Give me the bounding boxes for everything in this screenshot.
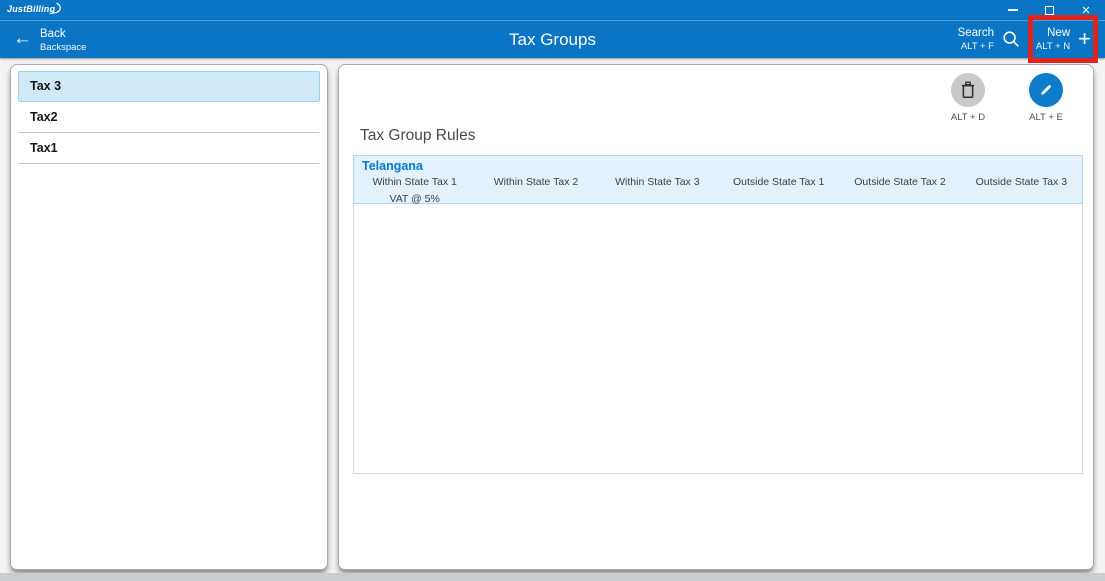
- tax-group-item-tax1[interactable]: Tax1: [18, 133, 320, 164]
- tax-group-list-panel: Tax 3 Tax2 Tax1: [10, 64, 328, 570]
- page-title: Tax Groups: [0, 21, 1105, 58]
- new-label: New: [1047, 26, 1070, 40]
- back-button[interactable]: ← Back Backspace: [13, 24, 86, 54]
- delete-shortcut-label: ALT + D: [943, 112, 993, 123]
- minimize-icon: [1008, 9, 1018, 11]
- trash-icon: [960, 81, 976, 99]
- edit-shortcut-label: ALT + E: [1021, 112, 1071, 123]
- state-group-header: Telangana: [354, 156, 1082, 173]
- maximize-icon: [1045, 6, 1054, 15]
- rule-value: [597, 193, 718, 205]
- column-header: Outside State Tax 2: [839, 176, 960, 188]
- app-logo-text: JustBilling: [7, 4, 55, 14]
- column-header: Within State Tax 3: [597, 176, 718, 188]
- tax-group-item-tax3[interactable]: Tax 3: [18, 71, 320, 102]
- column-header: Within State Tax 2: [475, 176, 596, 188]
- close-icon: ✕: [1081, 4, 1090, 17]
- back-label: Back: [40, 27, 86, 41]
- tax-group-detail-panel: ALT + D ALT + E Tax Group Rules Telangan…: [338, 64, 1094, 570]
- back-shortcut: Backspace: [40, 42, 86, 54]
- plus-icon: +: [1078, 25, 1091, 53]
- tax-group-rules-table: Telangana Within State Tax 1 Within Stat…: [353, 155, 1083, 474]
- rules-value-row: VAT @ 5%: [354, 193, 1082, 205]
- search-icon: [1002, 30, 1020, 48]
- close-button[interactable]: ✕: [1069, 0, 1103, 20]
- rule-value: [475, 193, 596, 205]
- new-shortcut: ALT + N: [1036, 41, 1070, 53]
- column-header: Within State Tax 1: [354, 176, 475, 188]
- tax-group-item-label: Tax 3: [30, 79, 61, 93]
- column-header: Outside State Tax 1: [718, 176, 839, 188]
- rule-value: [718, 193, 839, 205]
- window-bottom-edge: [0, 573, 1105, 581]
- maximize-button[interactable]: [1032, 0, 1066, 20]
- rules-table-header: Telangana Within State Tax 1 Within Stat…: [353, 155, 1083, 204]
- edit-button[interactable]: [1029, 73, 1063, 107]
- minimize-button[interactable]: [996, 0, 1030, 20]
- tax-group-item-tax2[interactable]: Tax2: [18, 102, 320, 133]
- tax-group-item-label: Tax1: [30, 141, 58, 155]
- search-button[interactable]: Search ALT + F: [958, 24, 1020, 53]
- rules-column-header-row: Within State Tax 1 Within State Tax 2 Wi…: [354, 176, 1082, 188]
- search-shortcut: ALT + F: [961, 41, 994, 53]
- rule-value: VAT @ 5%: [354, 193, 475, 205]
- tax-group-item-label: Tax2: [30, 110, 58, 124]
- search-label: Search: [958, 26, 994, 40]
- back-arrow-icon: ←: [13, 24, 32, 54]
- column-header: Outside State Tax 3: [961, 176, 1082, 188]
- pencil-icon: [1038, 82, 1054, 98]
- logo-swoosh-icon: [50, 1, 65, 15]
- section-title: Tax Group Rules: [360, 127, 475, 145]
- tax-group-list: Tax 3 Tax2 Tax1: [11, 65, 327, 170]
- app-logo: JustBilling: [7, 3, 65, 15]
- titlebar: JustBilling ✕: [0, 0, 1105, 20]
- rule-value: [839, 193, 960, 205]
- delete-button[interactable]: [951, 73, 985, 107]
- rule-value: [961, 193, 1082, 205]
- command-bar: Tax Groups ← Back Backspace Search ALT +…: [0, 20, 1105, 58]
- new-button[interactable]: New ALT + N +: [1036, 24, 1091, 53]
